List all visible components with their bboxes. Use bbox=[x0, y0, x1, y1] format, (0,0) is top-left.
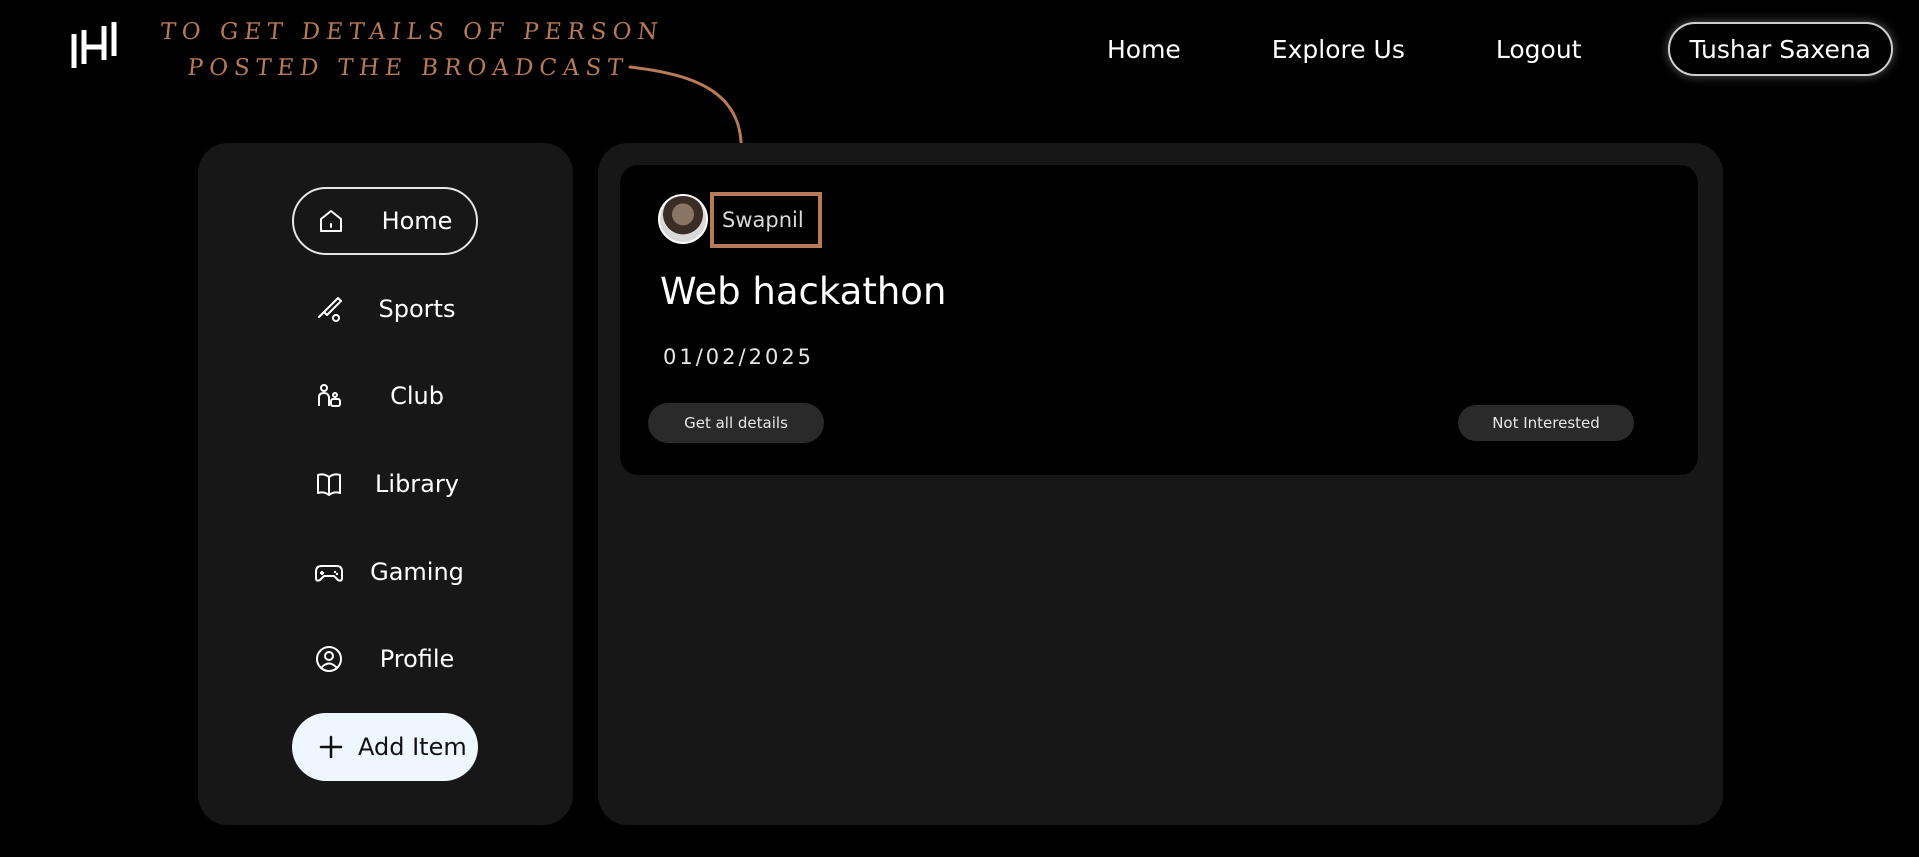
sidebar-item-home[interactable]: Home bbox=[292, 187, 478, 255]
bat-ball-icon bbox=[314, 294, 344, 324]
plus-icon bbox=[316, 732, 346, 762]
annotation-text: TO GET DETAILS OF PERSON POSTED THE BROA… bbox=[146, 14, 674, 86]
not-interested-button[interactable]: Not Interested bbox=[1458, 405, 1634, 441]
nav-explore-link[interactable]: Explore Us bbox=[1272, 35, 1405, 64]
sidebar-item-label: Club bbox=[390, 382, 444, 410]
broadcast-date: 01/02/2025 bbox=[663, 345, 815, 369]
top-nav: Home Explore Us Logout Tushar Saxena bbox=[1107, 22, 1893, 76]
author-avatar[interactable] bbox=[658, 194, 708, 244]
sidebar-item-profile[interactable]: Profile bbox=[292, 625, 478, 693]
sidebar-item-label: Profile bbox=[379, 645, 455, 673]
main-panel: Swapnil Web hackathon 01/02/2025 Get all… bbox=[598, 143, 1723, 825]
broadcast-card: Swapnil Web hackathon 01/02/2025 Get all… bbox=[620, 165, 1698, 475]
app-logo-icon bbox=[71, 22, 117, 68]
sidebar-item-label: Home bbox=[381, 207, 453, 235]
user-circle-icon bbox=[314, 644, 344, 674]
author-name[interactable]: Swapnil bbox=[722, 208, 804, 232]
sidebar: Home Sports Club Library Gaming Profile bbox=[198, 143, 573, 825]
user-profile-button[interactable]: Tushar Saxena bbox=[1667, 22, 1893, 76]
home-icon bbox=[316, 206, 346, 236]
sidebar-item-label: Library bbox=[375, 470, 459, 498]
broadcast-title: Web hackathon bbox=[660, 270, 947, 313]
sidebar-item-sports[interactable]: Sports bbox=[292, 275, 478, 343]
author-highlight-box[interactable]: Swapnil bbox=[710, 192, 822, 248]
gamepad-icon bbox=[314, 557, 344, 587]
sidebar-item-club[interactable]: Club bbox=[292, 362, 478, 430]
sidebar-item-library[interactable]: Library bbox=[292, 450, 478, 518]
annotation-line-1: TO GET DETAILS OF PERSON bbox=[158, 19, 665, 45]
sidebar-item-gaming[interactable]: Gaming bbox=[292, 538, 478, 606]
sidebar-item-label: Sports bbox=[378, 295, 456, 323]
club-icon bbox=[314, 381, 344, 411]
add-item-button[interactable]: Add Item bbox=[292, 713, 478, 781]
sidebar-item-label: Gaming bbox=[370, 558, 464, 586]
user-name: Tushar Saxena bbox=[1689, 34, 1872, 64]
book-icon bbox=[314, 469, 344, 499]
nav-home-link[interactable]: Home bbox=[1107, 35, 1181, 64]
nav-logout-link[interactable]: Logout bbox=[1496, 35, 1582, 64]
get-details-button[interactable]: Get all details bbox=[648, 403, 824, 443]
add-item-label: Add Item bbox=[358, 733, 467, 761]
annotation-line-2: POSTED THE BROADCAST bbox=[186, 55, 630, 81]
